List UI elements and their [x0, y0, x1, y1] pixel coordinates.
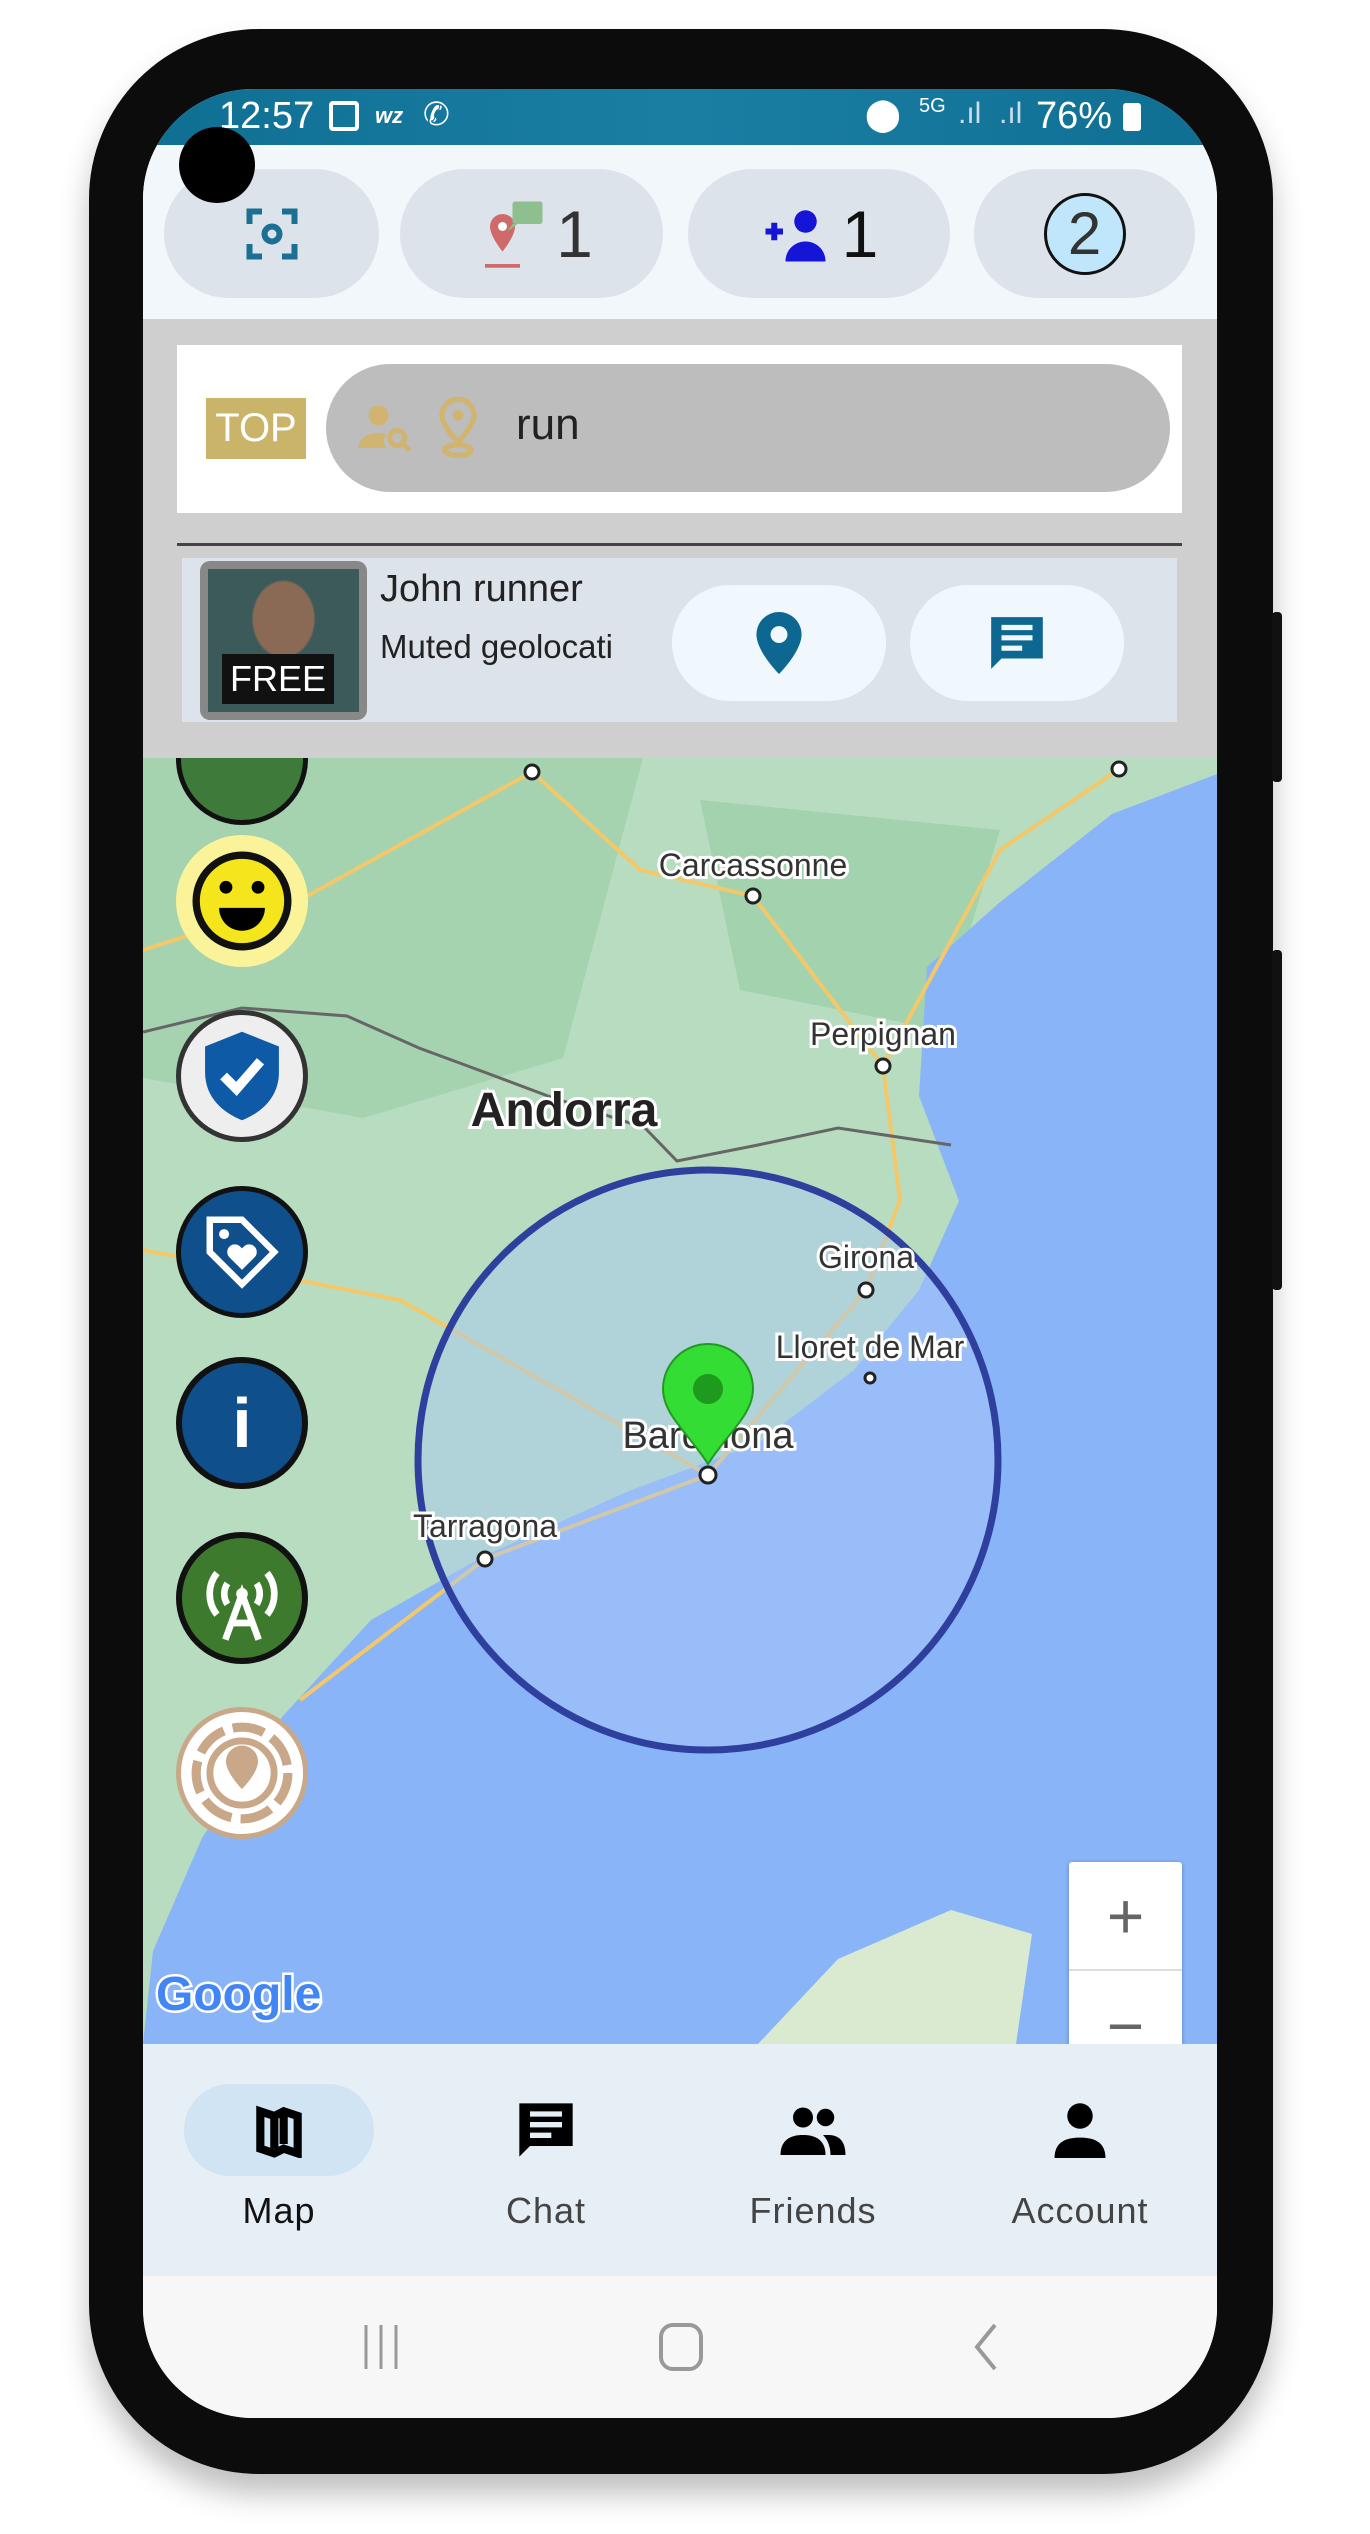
friend-requests-count: 1 [841, 196, 879, 271]
system-nav-bar [143, 2276, 1217, 2418]
place-label: Perpignan [810, 1016, 956, 1052]
result-name: John runner [380, 568, 583, 610]
zoom-out-button[interactable]: − [1069, 1971, 1182, 2045]
chat-icon [519, 2103, 573, 2157]
nav-item-account[interactable]: Account [980, 2084, 1180, 2232]
avatar[interactable]: FREE [200, 561, 367, 720]
antenna-icon [206, 1570, 278, 1641]
city-dot [857, 1281, 875, 1299]
back-icon[interactable] [965, 2322, 1005, 2372]
smiley-icon [192, 851, 292, 951]
account-icon [1054, 2103, 1106, 2158]
wizz-icon: wz [375, 103, 404, 128]
mood-button[interactable] [176, 835, 308, 967]
nav-label: Chat [505, 2190, 587, 2231]
show-location-button[interactable] [672, 585, 886, 701]
friends-icon [780, 2107, 846, 2155]
screen: 12:57 wz ✆ ⬤ 5G .ıl .ıl 76% 1 1 2 TOP ru… [143, 89, 1217, 2418]
city-dot [863, 1371, 877, 1385]
counter-badge: 2 [1043, 192, 1126, 275]
nav-item-map[interactable]: Map [179, 2084, 379, 2232]
wifi-call-icon: ✆ [423, 96, 450, 132]
friend-requests-button[interactable]: 1 [688, 169, 950, 298]
battery-text: 76% [1036, 95, 1113, 137]
network-type: 5G [919, 95, 946, 117]
place-label: Carcassonne [659, 847, 848, 883]
broadcast-button[interactable] [176, 1532, 308, 1664]
info-button[interactable]: i [176, 1357, 308, 1489]
header: 1 1 2 [143, 145, 1217, 319]
info-icon: i [232, 1384, 252, 1462]
status-bar: 12:57 wz ✆ ⬤ 5G .ıl .ıl 76% [143, 89, 1217, 145]
pin-message-icon [485, 201, 543, 268]
search-box: TOP run [177, 345, 1182, 513]
nav-item-chat[interactable]: Chat [446, 2084, 646, 2232]
result-subtitle: Muted geolocati [380, 628, 613, 665]
security-button[interactable] [176, 1010, 308, 1142]
result-card[interactable]: FREE John runner Muted geolocati [182, 558, 1177, 722]
google-logo: Google [156, 1968, 321, 2021]
search-panel: TOP run FREE John runner Muted geolocati [143, 319, 1217, 758]
person-search-icon [358, 405, 412, 453]
bottom-nav: Map Chat Friends Account [143, 2044, 1217, 2276]
place-label: Girona [818, 1239, 914, 1275]
nav-label: Friends [749, 2190, 877, 2231]
signal-icon: .ıl [958, 97, 982, 130]
nav-label: Map [242, 2190, 316, 2231]
nav-label: Account [1011, 2190, 1149, 2231]
location-pin-icon [756, 612, 802, 674]
gallery-icon [329, 101, 359, 131]
place-label: Andorra [471, 1084, 658, 1137]
location-messages-button[interactable]: 1 [400, 169, 663, 298]
city-dot [1110, 760, 1128, 778]
place-label: Tarragona [413, 1508, 557, 1544]
search-query: run [516, 400, 580, 449]
camera-cutout [179, 127, 255, 203]
divider [177, 543, 1182, 546]
city-dot [476, 1550, 494, 1568]
power-key [1272, 950, 1282, 1290]
scan-target-icon [246, 208, 297, 259]
search-input[interactable]: run [326, 364, 1170, 492]
zoom-control: + − [1069, 1862, 1182, 2044]
home-icon[interactable] [656, 2322, 706, 2372]
shield-check-icon [205, 1031, 279, 1121]
zoom-in-button[interactable]: + [1069, 1862, 1182, 1971]
city-dot [874, 1057, 892, 1075]
map[interactable]: Carcassonne Perpignan Andorra Girona Llo… [143, 758, 1217, 2044]
location-icon: ⬤ [865, 96, 901, 132]
tag-heart-icon [206, 1216, 279, 1289]
location-messages-count: 1 [556, 196, 593, 271]
city-dot [523, 763, 541, 781]
city-dot [698, 1465, 718, 1485]
location-target-button[interactable] [176, 1707, 308, 1839]
signal-icon: .ıl [999, 97, 1023, 130]
chat-button[interactable] [910, 585, 1124, 701]
nav-item-friends[interactable]: Friends [713, 2084, 913, 2232]
location-pin-icon [439, 396, 477, 458]
top-badge[interactable]: TOP [206, 398, 306, 459]
favorites-button[interactable] [176, 1186, 308, 1318]
free-badge: FREE [222, 654, 335, 704]
battery-charging-icon [1123, 103, 1141, 131]
recent-apps-icon[interactable] [356, 2322, 406, 2372]
map-icon [256, 2105, 302, 2158]
volume-key [1272, 612, 1282, 782]
chat-icon [991, 617, 1043, 669]
location-target-icon [191, 1722, 293, 1824]
counter-button[interactable]: 2 [974, 169, 1195, 298]
add-person-icon [765, 209, 826, 261]
city-dot [744, 887, 762, 905]
place-label: Lloret de Mar [776, 1329, 965, 1365]
